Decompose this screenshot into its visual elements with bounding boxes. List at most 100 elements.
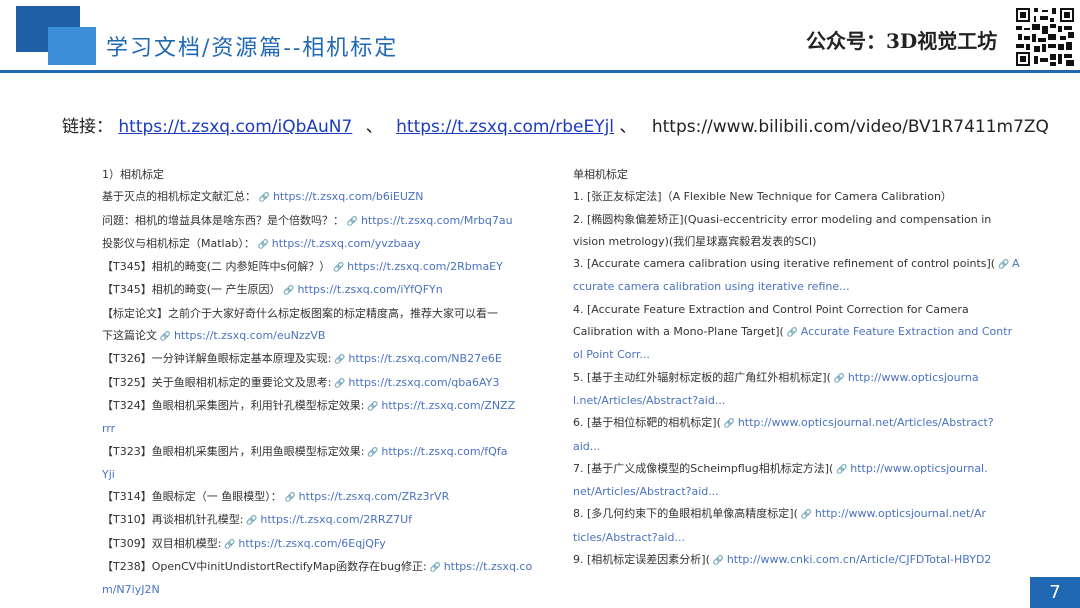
left-list-item: 【T310】再谈相机针孔模型: 🔗 https://t.zsxq.com/2RR… xyxy=(102,509,522,532)
list-item-link[interactable]: https://t.zsxq.com/fQfa xyxy=(381,445,507,458)
list-item-link[interactable]: https://t.zsxq.co xyxy=(444,560,533,573)
link-icon: 🔗 xyxy=(280,286,298,297)
link-icon: 🔗 xyxy=(221,539,239,550)
right-list-item: net/Articles/Abstract?aid... xyxy=(573,481,993,503)
list-item-link[interactable]: http://www.opticsjournal.net/Articles/Ab… xyxy=(738,416,994,429)
page-number: 7 xyxy=(1030,577,1080,608)
list-item-link[interactable]: https://t.zsxq.com/Mrbq7au xyxy=(361,214,513,227)
list-item-link[interactable]: Yji xyxy=(102,468,115,481)
list-item-link[interactable]: https://t.zsxq.com/ZNZZ xyxy=(381,399,515,412)
left-list-item: 1）相机标定 xyxy=(102,164,522,186)
list-item-link[interactable]: https://t.zsxq.com/NB27e6E xyxy=(348,352,501,365)
right-list-item: 2. [椭圆构象偏差矫正](Quasi-eccentricity error m… xyxy=(573,209,993,231)
list-item-link[interactable]: https://t.zsxq.com/qba6AY3 xyxy=(348,376,499,389)
list-item-text: 【T238】OpenCV中initUndistortRectifyMap函数存在… xyxy=(102,560,427,574)
link-icon: 🔗 xyxy=(364,447,382,458)
list-item-link[interactable]: https://t.zsxq.com/yvzbaay xyxy=(272,237,421,250)
list-item-text: 【T345】相机的畸变(一 产生原因） xyxy=(102,283,281,297)
right-list-item: 7. [基于广义成像模型的Scheimpflug相机标定方法]( 🔗 http:… xyxy=(573,458,993,481)
right-list-item: 6. [基于相位标靶的相机标定]( 🔗 http://www.opticsjou… xyxy=(573,412,994,435)
link-icon: 🔗 xyxy=(783,328,801,339)
right-paper-list: 单相机标定 1. [张正友标定法]（A Flexible New Techniqu… xyxy=(573,164,1020,572)
link-icon: 🔗 xyxy=(833,464,851,475)
link-icon: 🔗 xyxy=(254,239,272,250)
list-item-text: 【T323】鱼眼相机采集图片，利用鱼眼模型标定效果: xyxy=(102,444,365,458)
list-item-link[interactable]: https://t.zsxq.com/2RbmaEY xyxy=(347,260,503,273)
header-decor-square-light xyxy=(48,27,96,65)
list-item-link[interactable]: http://www.opticsjournal. xyxy=(850,462,987,475)
list-item-link[interactable]: aid... xyxy=(573,440,600,453)
list-item-link[interactable]: Accurate Feature Extraction and Contr xyxy=(801,325,1012,338)
list-item-link[interactable]: http://www.opticsjourna xyxy=(848,371,979,384)
list-item-text: 基于灭点的相机标定文献汇总： xyxy=(102,190,256,204)
list-item-text: 【T310】再谈相机针孔模型: xyxy=(102,513,244,527)
right-list-item: vision metrology)(我们星球嘉宾毅君发表的SCI) xyxy=(573,231,993,253)
left-list-item: 下这篇论文 🔗 https://t.zsxq.com/euNzzVB xyxy=(102,325,522,348)
left-list-item: 【T324】鱼眼相机采集图片，利用针孔模型标定效果: 🔗 https://t.z… xyxy=(102,395,522,418)
list-item-link[interactable]: http://www.cnki.com.cn/Article/CJFDTotal… xyxy=(727,553,992,566)
list-item-link[interactable]: https://t.zsxq.com/2RRZ7Uf xyxy=(260,513,412,526)
link-icon: 🔗 xyxy=(157,332,174,343)
right-list-item: aid... xyxy=(573,436,993,458)
list-item-text: 【T325】关于鱼眼相机标定的重要论文及思考: xyxy=(102,375,332,389)
list-item-text: 【标定论文】之前介于大家好奇什么标定板图案的标定精度高，推荐大家可以看一 xyxy=(102,306,498,320)
link-icon: 🔗 xyxy=(330,263,348,274)
list-item-text: 2. [椭圆构象偏差矫正](Quasi-eccentricity error m… xyxy=(573,212,992,226)
left-list-item: 【T323】鱼眼相机采集图片，利用鱼眼模型标定效果: 🔗 https://t.z… xyxy=(102,441,522,464)
qr-code-icon xyxy=(1014,6,1076,68)
list-item-text: 5. [基于主动红外辐射标定板的超广角红外相机标定]( xyxy=(573,370,831,384)
list-item-text: 4. [Accurate Feature Extraction and Cont… xyxy=(573,302,969,316)
link-icon: 🔗 xyxy=(426,563,444,574)
page-title: 学习文档/资源篇--相机标定 xyxy=(106,36,399,61)
list-item-link[interactable]: ticles/Abstract?aid... xyxy=(573,531,685,544)
list-item-link[interactable]: ol Point Corr... xyxy=(573,348,650,361)
right-list-item: 单相机标定 xyxy=(573,164,993,186)
right-list-item: l.net/Articles/Abstract?aid... xyxy=(573,390,993,412)
left-list-item: 基于灭点的相机标定文献汇总： 🔗 https://t.zsxq.com/b6iE… xyxy=(102,186,522,209)
list-item-link[interactable]: https://t.zsxq.com/b6iEUZN xyxy=(273,190,424,203)
list-item-link[interactable]: ccurate camera calibration using iterati… xyxy=(573,280,850,293)
list-item-text: 投影仪与相机标定（Matlab）： xyxy=(102,236,255,250)
list-item-link[interactable]: l.net/Articles/Abstract?aid... xyxy=(573,394,725,407)
right-list-item: 5. [基于主动红外辐射标定板的超广角红外相机标定]( 🔗 http://www… xyxy=(573,367,993,390)
list-item-link[interactable]: http://www.opticsjournal.net/Ar xyxy=(815,507,986,520)
right-list-item: 8. [多几何约束下的鱼眼相机单像高精度标定]( 🔗 http://www.op… xyxy=(573,503,993,526)
left-list-item: 【标定论文】之前介于大家好奇什么标定板图案的标定精度高，推荐大家可以看一 xyxy=(102,303,522,325)
link-zsxq-2[interactable]: https://t.zsxq.com/rbeEYjl xyxy=(396,117,614,137)
link-icon: 🔗 xyxy=(281,493,299,504)
link-bilibili[interactable]: https://www.bilibili.com/video/BV1R7411m… xyxy=(652,117,1049,137)
header-divider xyxy=(0,70,1080,73)
link-icon: 🔗 xyxy=(256,193,273,204)
right-list-item: Calibration with a Mono-Plane Target]( 🔗… xyxy=(573,321,1012,344)
right-list-item: 9. [相机标定误差因素分析]( 🔗 http://www.cnki.com.c… xyxy=(573,549,993,572)
list-item-link[interactable]: https://t.zsxq.com/ZRz3rVR xyxy=(299,490,450,503)
list-item-text: vision metrology)(我们星球嘉宾毅君发表的SCI) xyxy=(573,234,817,248)
link-icon: 🔗 xyxy=(364,401,382,412)
links-row: 链接： https://t.zsxq.com/iQbAuN7 、 https:/… xyxy=(62,112,1049,137)
list-item-link[interactable]: https://t.zsxq.com/6EqjQFy xyxy=(238,537,385,550)
left-list-item: 【T314】鱼眼标定（一 鱼眼模型）： 🔗 https://t.zsxq.com… xyxy=(102,486,522,509)
link-icon: 🔗 xyxy=(830,373,848,384)
left-resource-list: 1）相机标定 基于灭点的相机标定文献汇总： 🔗 https://t.zsxq.co… xyxy=(102,164,532,602)
right-list-item: ticles/Abstract?aid... xyxy=(573,527,993,549)
list-item-link[interactable]: net/Articles/Abstract?aid... xyxy=(573,485,719,498)
left-list-item: 【T309】双目相机模型: 🔗 https://t.zsxq.com/6EqjQ… xyxy=(102,533,522,556)
left-list-item: 【T345】相机的畸变(一 产生原因） 🔗 https://t.zsxq.com… xyxy=(102,279,522,302)
list-item-text: 【T314】鱼眼标定（一 鱼眼模型）： xyxy=(102,490,282,504)
links-separator: 、 xyxy=(619,117,637,137)
right-list-item: ol Point Corr... xyxy=(573,344,993,366)
list-item-text: 【T326】一分钟详解鱼眼标定基本原理及实现: xyxy=(102,352,332,366)
left-list-item: 问题：相机的增益具体是啥东西？是个倍数吗？： 🔗 https://t.zsxq.… xyxy=(102,210,522,233)
link-zsxq-1[interactable]: https://t.zsxq.com/iQbAuN7 xyxy=(118,117,352,137)
list-item-link[interactable]: m/N7iyJ2N xyxy=(102,583,160,596)
list-item-link[interactable]: rrr xyxy=(102,422,115,435)
list-item-text: 6. [基于相位标靶的相机标定]( xyxy=(573,416,721,430)
list-item-link[interactable]: https://t.zsxq.com/euNzzVB xyxy=(174,329,326,342)
list-item-text: 8. [多几何约束下的鱼眼相机单像高精度标定]( xyxy=(573,507,798,521)
list-item-link[interactable]: A xyxy=(1012,257,1020,270)
list-item-link[interactable]: https://t.zsxq.com/iYfQFYn xyxy=(297,283,442,296)
links-separator: 、 xyxy=(365,117,383,137)
right-list-item: 3. [Accurate camera calibration using it… xyxy=(573,253,1020,276)
list-item-text: 3. [Accurate camera calibration using it… xyxy=(573,257,996,271)
link-icon: 🔗 xyxy=(797,510,815,521)
